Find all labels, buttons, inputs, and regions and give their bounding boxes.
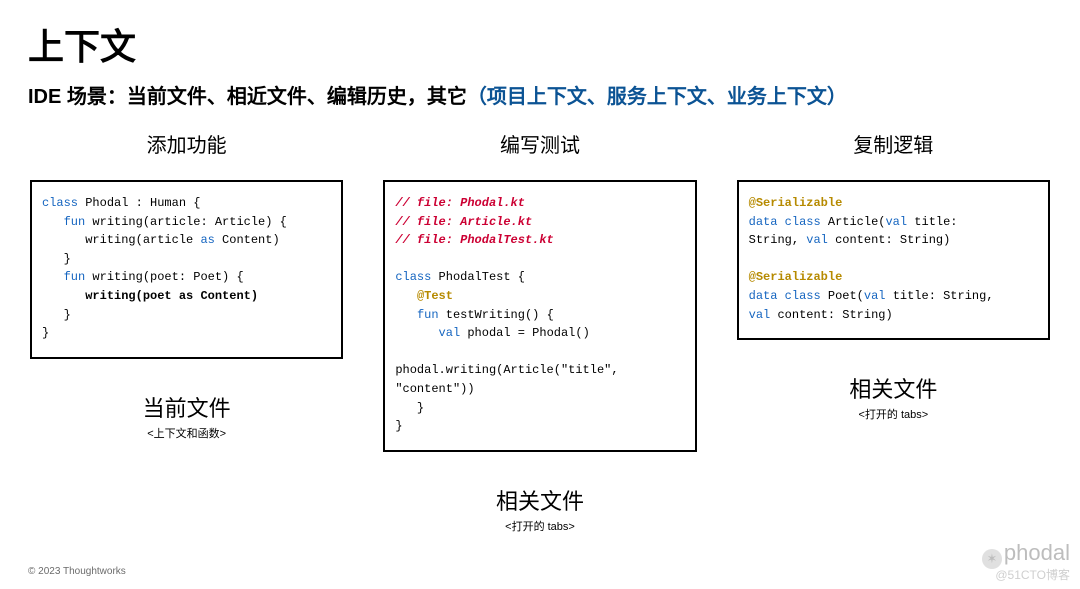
watermark-sub: @51CTO博客 (995, 566, 1070, 583)
bottom-label: 相关文件 (383, 484, 696, 516)
column-copy-logic: 复制逻辑 @Serializable data class Article(va… (737, 129, 1050, 534)
bottom-sub: <打开的 tabs> (737, 406, 1050, 422)
bottom-label: 相关文件 (737, 372, 1050, 404)
subtitle-plain: IDE 场景：当前文件、相近文件、编辑历史，其它 (28, 86, 467, 108)
code-block: class Phodal : Human { fun writing(artic… (30, 180, 343, 359)
column-heading: 添加功能 (30, 129, 343, 158)
columns: 添加功能 class Phodal : Human { fun writing(… (28, 129, 1052, 534)
column-heading: 编写测试 (383, 129, 696, 158)
column-heading: 复制逻辑 (737, 129, 1050, 158)
watermark: ✶phodal (982, 540, 1070, 569)
footer-copyright: © 2023 Thoughtworks (28, 566, 126, 577)
code-block: @Serializable data class Article(val tit… (737, 180, 1050, 340)
page-subtitle: IDE 场景：当前文件、相近文件、编辑历史，其它（项目上下文、服务上下文、业务上… (28, 80, 1052, 109)
column-add-feature: 添加功能 class Phodal : Human { fun writing(… (30, 129, 343, 534)
code-block: // file: Phodal.kt // file: Article.kt /… (383, 180, 696, 452)
bottom-sub: <打开的 tabs> (383, 518, 696, 534)
subtitle-paren: （项目上下文、服务上下文、业务上下文） (467, 86, 847, 108)
column-write-test: 编写测试 // file: Phodal.kt // file: Article… (383, 129, 696, 534)
watermark-name: phodal (1004, 540, 1070, 565)
bottom-sub: <上下文和函数> (30, 425, 343, 441)
bottom-label: 当前文件 (30, 391, 343, 423)
page-title: 上下文 (28, 18, 1052, 70)
